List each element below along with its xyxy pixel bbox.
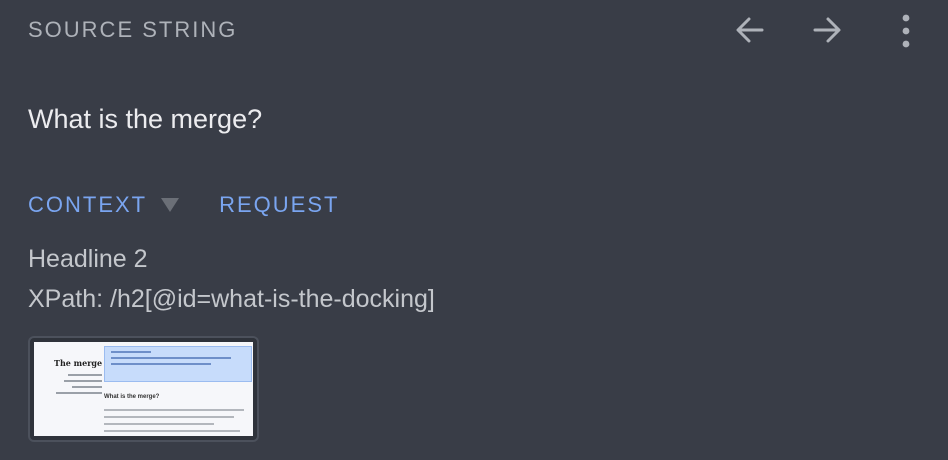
thumbnail-nav — [40, 370, 102, 398]
thumbnail-image: The merge What is the merge? — [34, 342, 253, 436]
thumbnail-body — [104, 404, 250, 436]
next-button[interactable] — [807, 10, 847, 50]
arrow-left-icon — [736, 17, 764, 43]
context-screenshot-thumbnail[interactable]: The merge What is the merge? — [28, 336, 259, 442]
thumbnail-highlight-panel — [104, 346, 252, 382]
panel-title: SOURCE STRING — [28, 17, 238, 42]
xpath-text: XPath: /h2[@id=what-is-the-docking] — [28, 285, 435, 313]
arrow-right-icon — [813, 17, 841, 43]
tab-request[interactable]: REQUEST — [219, 192, 339, 218]
tab-context[interactable]: CONTEXT — [28, 192, 180, 218]
thumbnail-heading: The merge — [54, 358, 103, 368]
context-tabs: CONTEXT REQUEST — [28, 192, 339, 218]
tab-request-label: REQUEST — [219, 192, 340, 217]
previous-button[interactable] — [730, 10, 770, 50]
more-vertical-icon — [902, 14, 910, 48]
source-string-text: What is the merge? — [28, 104, 263, 134]
thumbnail-subheading: What is the merge? — [104, 394, 160, 400]
more-options-button[interactable] — [886, 10, 926, 50]
tab-context-label: CONTEXT — [28, 192, 148, 217]
dropdown-caret-icon — [161, 198, 180, 212]
element-type: Headline 2 — [28, 245, 148, 273]
